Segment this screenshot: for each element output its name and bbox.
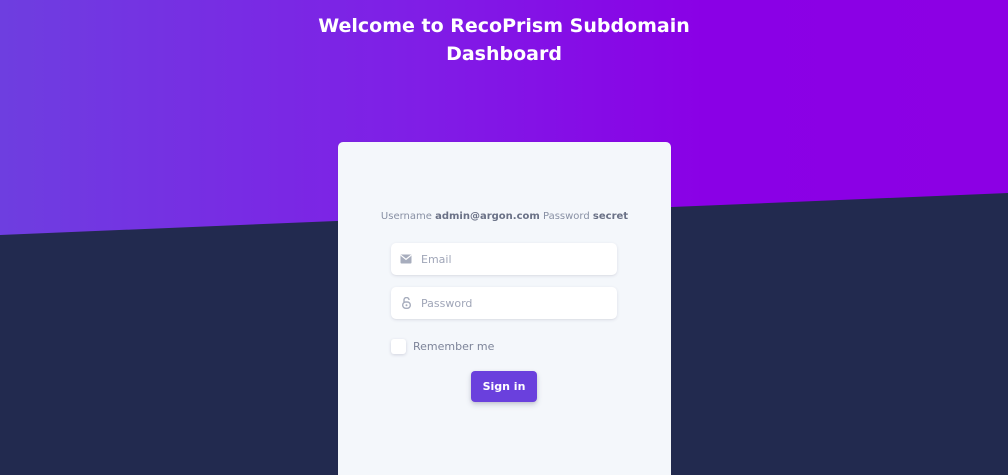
email-input[interactable]	[421, 244, 601, 274]
hint-password-label: Password	[543, 211, 590, 222]
remember-me[interactable]: Remember me	[391, 339, 494, 354]
password-field[interactable]	[391, 287, 617, 319]
lock-open-icon	[391, 287, 421, 319]
email-field[interactable]	[391, 243, 617, 275]
password-input[interactable]	[421, 288, 601, 318]
hint-username-label: Username	[380, 211, 432, 222]
page-title: Welcome to RecoPrism Subdomain Dashboard	[0, 12, 1008, 68]
remember-me-checkbox[interactable]	[391, 339, 406, 354]
hint-username-value: admin@argon.com	[435, 211, 540, 222]
page-title-line-1: Welcome to RecoPrism Subdomain	[318, 15, 690, 37]
envelope-icon	[391, 243, 421, 275]
credentials-hint: Username admin@argon.com Password secret	[338, 211, 671, 222]
sign-in-button[interactable]: Sign in	[471, 371, 537, 402]
page-title-line-2: Dashboard	[446, 43, 562, 65]
hint-password-value: secret	[592, 211, 629, 222]
login-card: Username admin@argon.com Password secret	[338, 142, 671, 475]
login-page: Welcome to RecoPrism Subdomain Dashboard…	[0, 0, 1008, 475]
remember-me-label[interactable]: Remember me	[413, 340, 494, 353]
